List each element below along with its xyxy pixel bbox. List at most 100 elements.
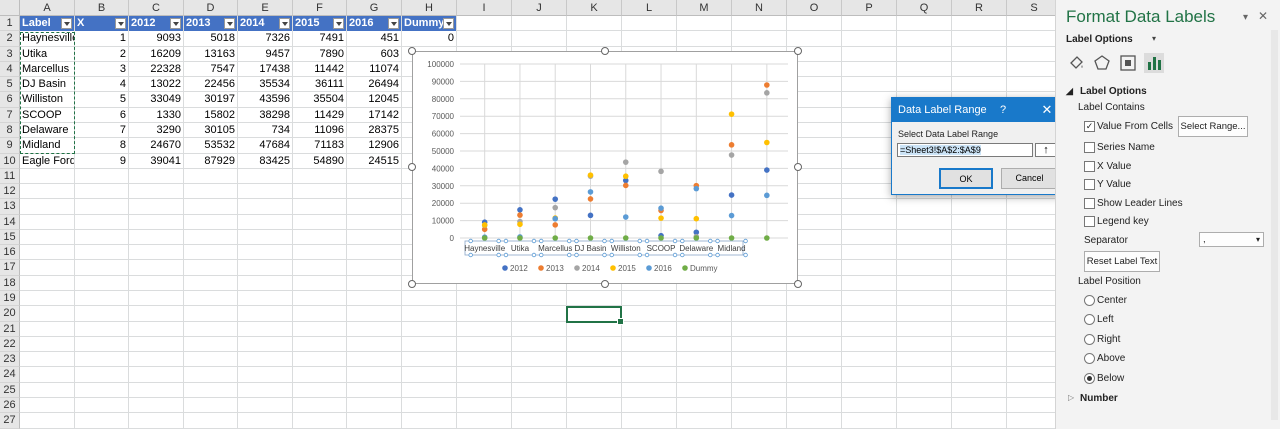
column-header[interactable]: J: [512, 0, 567, 16]
table-cell[interactable]: 24515: [347, 154, 401, 169]
table-cell[interactable]: 54890: [293, 154, 346, 169]
table-header-cell[interactable]: 2015: [293, 16, 346, 31]
row-header[interactable]: 25: [0, 382, 20, 399]
table-cell[interactable]: 6: [75, 108, 128, 123]
row-header[interactable]: 15: [0, 229, 20, 246]
table-cell[interactable]: 451: [347, 31, 401, 46]
series-name-checkbox[interactable]: [1084, 142, 1095, 153]
table-cell[interactable]: 9457: [238, 47, 292, 62]
help-button[interactable]: ?: [993, 98, 1013, 122]
column-header[interactable]: E: [238, 0, 293, 16]
table-cell[interactable]: 13163: [184, 47, 237, 62]
table-cell[interactable]: 3: [75, 62, 128, 77]
table-cell[interactable]: 33049: [129, 92, 183, 107]
chevron-down-icon[interactable]: ▾: [1152, 34, 1156, 43]
active-cell-selection[interactable]: [566, 306, 624, 325]
table-cell[interactable]: 35534: [238, 77, 292, 92]
table-header-cell[interactable]: X: [75, 16, 128, 31]
column-header[interactable]: M: [677, 0, 732, 16]
label-options-chart-icon[interactable]: [1144, 53, 1164, 73]
filter-dropdown-icon[interactable]: [443, 18, 454, 29]
row-header[interactable]: 22: [0, 336, 20, 353]
table-header-cell[interactable]: 2012: [129, 16, 183, 31]
table-cell[interactable]: 26494: [347, 77, 401, 92]
table-cell[interactable]: 13022: [129, 77, 183, 92]
column-header[interactable]: Q: [897, 0, 952, 16]
cancel-button[interactable]: Cancel: [1001, 168, 1055, 189]
select-range-button[interactable]: Select Range...: [1178, 116, 1248, 137]
chart-resize-handle[interactable]: [601, 280, 609, 288]
table-header-cell[interactable]: 2014: [238, 16, 292, 31]
table-header-cell[interactable]: Dummy: [402, 16, 456, 31]
row-header[interactable]: 7: [0, 107, 20, 123]
number-section[interactable]: Number: [1080, 393, 1118, 404]
table-cell[interactable]: 734: [238, 123, 292, 138]
column-header[interactable]: L: [622, 0, 677, 16]
row-header[interactable]: 23: [0, 352, 20, 368]
table-header-cell[interactable]: Label: [20, 16, 74, 31]
center-radio[interactable]: [1084, 295, 1095, 306]
table-cell[interactable]: 7: [75, 123, 128, 138]
column-header[interactable]: N: [732, 0, 787, 16]
table-cell[interactable]: 5: [75, 92, 128, 107]
column-header[interactable]: C: [129, 0, 184, 16]
table-cell[interactable]: 8: [75, 138, 128, 153]
table-cell[interactable]: 2: [75, 47, 128, 62]
table-cell[interactable]: 36111: [293, 77, 346, 92]
close-icon[interactable]: ✕: [1033, 98, 1055, 122]
table-cell[interactable]: 11074: [347, 62, 401, 77]
column-header[interactable]: B: [75, 0, 129, 16]
row-header[interactable]: 16: [0, 245, 20, 261]
filter-dropdown-icon[interactable]: [333, 18, 344, 29]
column-header[interactable]: O: [787, 0, 842, 16]
table-cell[interactable]: 22456: [184, 77, 237, 92]
table-cell[interactable]: 83425: [238, 154, 292, 169]
table-cell[interactable]: 5018: [184, 31, 237, 46]
value-from-cells-checkbox[interactable]: ✓: [1084, 121, 1095, 132]
table-cell[interactable]: 4: [75, 77, 128, 92]
right-radio[interactable]: [1084, 334, 1095, 345]
row-header[interactable]: 6: [0, 92, 20, 108]
row-header[interactable]: 20: [0, 306, 20, 322]
row-header[interactable]: 3: [0, 46, 20, 62]
filter-dropdown-icon[interactable]: [388, 18, 399, 29]
table-cell[interactable]: 11429: [293, 108, 346, 123]
chevron-down-icon[interactable]: ▾: [1243, 12, 1248, 23]
table-cell[interactable]: 53532: [184, 138, 237, 153]
table-cell[interactable]: 3290: [129, 123, 183, 138]
select-all-corner[interactable]: [0, 0, 20, 16]
table-cell[interactable]: 39041: [129, 154, 183, 169]
column-header[interactable]: D: [184, 0, 238, 16]
table-cell[interactable]: 38298: [238, 108, 292, 123]
effects-icon[interactable]: [1092, 53, 1112, 73]
range-input[interactable]: =Sheet3!$A$2:$A$9: [897, 143, 1033, 157]
chart-resize-handle[interactable]: [408, 163, 416, 171]
filter-dropdown-icon[interactable]: [224, 18, 235, 29]
table-cell[interactable]: 30197: [184, 92, 237, 107]
row-header[interactable]: 5: [0, 77, 20, 93]
table-cell[interactable]: 9: [75, 154, 128, 169]
separator-dropdown[interactable]: , ▾: [1199, 232, 1264, 247]
spreadsheet-grid[interactable]: ABCDEFGHIJKLMNOPQRS 1 2 3 4 5 6 7 8 9 10 11 12 13 14 1…: [0, 0, 1055, 429]
reset-label-text-button[interactable]: Reset Label Text: [1084, 251, 1160, 272]
y-value-checkbox[interactable]: [1084, 179, 1095, 190]
column-header[interactable]: K: [567, 0, 622, 16]
column-header[interactable]: G: [347, 0, 402, 16]
expanded-icon[interactable]: ◢: [1066, 86, 1073, 97]
table-cell[interactable]: 11096: [293, 123, 346, 138]
label-options-section[interactable]: Label Options: [1080, 86, 1147, 97]
column-header[interactable]: P: [842, 0, 897, 16]
table-cell[interactable]: 35504: [293, 92, 346, 107]
row-header[interactable]: 19: [0, 291, 20, 307]
table-cell[interactable]: 24670: [129, 138, 183, 153]
row-header[interactable]: 11: [0, 168, 20, 185]
pane-subtitle[interactable]: Label Options: [1066, 34, 1133, 45]
table-cell[interactable]: 47684: [238, 138, 292, 153]
close-icon[interactable]: ✕: [1258, 9, 1268, 23]
size-properties-icon[interactable]: [1118, 53, 1138, 73]
ok-button[interactable]: OK: [939, 168, 993, 189]
table-cell[interactable]: 7326: [238, 31, 292, 46]
table-cell[interactable]: 28375: [347, 123, 401, 138]
chart-resize-handle[interactable]: [794, 163, 802, 171]
row-header[interactable]: 27: [0, 413, 20, 429]
